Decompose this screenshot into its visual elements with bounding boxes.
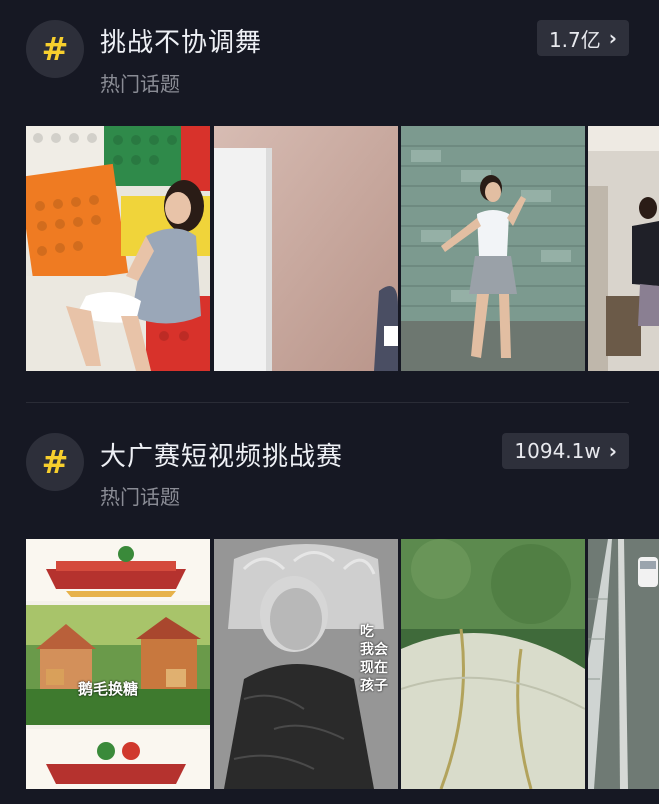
video-thumbnail[interactable] [588,539,659,789]
thumbnail-overlay-line: 现在 [360,660,388,676]
thumbnail-image [26,539,210,789]
video-thumbnail[interactable] [214,126,398,371]
thumbnail-image [588,539,659,789]
topic-title[interactable]: 大广赛短视频挑战赛 [100,436,343,473]
thumbnail-image [26,126,210,371]
thumbnail-overlay-line: 我会 [360,642,388,658]
topic-count-button[interactable]: 1094.1w › [502,433,629,469]
thumbnail-image [401,539,585,789]
hashtag-icon: # [26,433,84,491]
video-thumbnail[interactable] [588,126,659,371]
video-thumbnail-strip [0,126,659,371]
video-thumbnail[interactable] [401,539,585,789]
thumbnail-image [214,126,398,371]
thumbnail-caption: 鹅毛换糖 [78,680,139,698]
thumbnail-image [588,126,659,371]
topic-count: 1.7亿 [548,27,601,52]
video-thumbnail[interactable] [26,126,210,371]
topic-subtitle: 热门话题 [100,72,180,96]
topic-count-button[interactable]: 1.7亿 › [536,20,629,56]
video-thumbnail-strip: 鹅毛换糖 吃 我会 现在 孩子 [0,539,659,789]
topic-card-1[interactable]: # 挑战不协调舞 热门话题 1.7亿 › [0,0,659,400]
section-divider [26,402,629,403]
video-thumbnail[interactable] [401,126,585,371]
topic-list-page: # 挑战不协调舞 热门话题 1.7亿 › # 大广赛短视频挑战赛 热门话题 10… [0,0,659,804]
thumbnail-image [401,126,585,371]
chevron-right-icon: › [608,439,617,463]
video-thumbnail[interactable]: 鹅毛换糖 [26,539,210,789]
topic-subtitle: 热门话题 [100,485,180,509]
topic-title[interactable]: 挑战不协调舞 [100,22,262,59]
chevron-right-icon: › [608,26,617,50]
thumbnail-overlay-line: 吃 [360,624,374,640]
video-thumbnail[interactable]: 吃 我会 现在 孩子 [214,539,398,789]
thumbnail-overlay-line: 孩子 [360,678,388,694]
topic-count: 1094.1w [514,439,601,463]
topic-card-2[interactable]: # 大广赛短视频挑战赛 热门话题 1094.1w › 鹅毛换糖 吃 我会 现在 … [0,405,659,804]
hashtag-icon: # [26,20,84,78]
